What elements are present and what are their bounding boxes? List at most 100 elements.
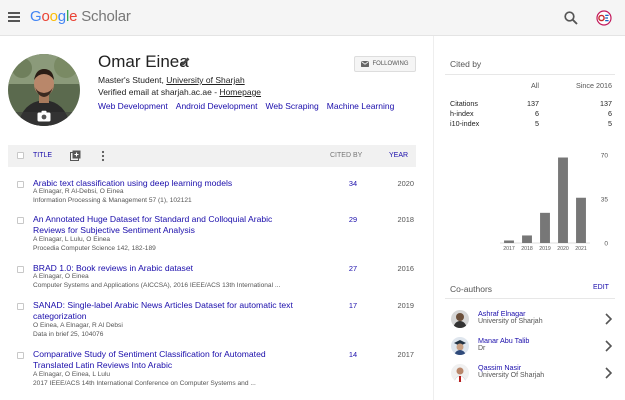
x-tick-label: 2017: [503, 246, 515, 252]
article-authors: O Einea, A Elnagar, R Al Debsi: [33, 322, 123, 329]
interest-link[interactable]: Machine Learning: [327, 101, 395, 111]
following-button[interactable]: FOLLOWING: [354, 56, 416, 72]
stats-row: h-index 6 6: [450, 109, 612, 118]
article-cited-count[interactable]: 34: [338, 179, 368, 188]
citation-bar-2020[interactable]: [558, 157, 568, 243]
articles-table-header: TITLE CITED BY YEAR: [8, 145, 416, 167]
add-article-icon[interactable]: [70, 150, 81, 161]
research-interests: Web Development Android Development Web …: [98, 101, 394, 111]
select-all-checkbox[interactable]: [17, 152, 24, 159]
article-checkbox[interactable]: [17, 181, 24, 188]
coauthors-title: Co-authors: [450, 284, 493, 294]
profile-name: Omar Einea: [98, 52, 189, 71]
stats-row: Citations 137 137: [450, 99, 612, 108]
article-row: BRAD 1.0: Book reviews in Arabic dataset…: [8, 263, 416, 293]
stats-label[interactable]: Citations: [450, 99, 478, 108]
coauthors-edit-button[interactable]: EDIT: [593, 284, 609, 291]
google-scholar-logo[interactable]: Google Scholar: [30, 8, 131, 25]
article-authors: A Elnagar, O Einea, L Lulu: [33, 371, 111, 378]
article-cited-count[interactable]: 17: [338, 301, 368, 310]
sort-by-year[interactable]: YEAR: [389, 152, 408, 159]
x-tick-label: 2019: [539, 246, 551, 252]
article-row: Comparative Study of Sentiment Classific…: [8, 349, 416, 389]
article-checkbox[interactable]: [17, 352, 24, 359]
y-tick-label: 70: [601, 153, 609, 160]
chevron-right-icon: [605, 313, 612, 325]
x-tick-label: 2018: [521, 246, 533, 252]
article-checkbox[interactable]: [17, 303, 24, 310]
article-authors: A Elnagar, R Al-Debsi, O Einea: [33, 188, 124, 195]
article-year: 2018: [397, 215, 414, 224]
article-cited-count[interactable]: 14: [338, 350, 368, 359]
citation-bar-2017[interactable]: [504, 240, 514, 243]
article-checkbox[interactable]: [17, 217, 24, 224]
sort-by-cited[interactable]: CITED BY: [330, 152, 362, 159]
x-tick-label: 2021: [575, 246, 587, 252]
article-row: Arabic text classification using deep le…: [8, 178, 416, 208]
stats-label[interactable]: i10-index: [450, 119, 479, 128]
coauthor-item[interactable]: Manar Abu Talib Dr: [448, 334, 616, 358]
top-bar: Google Scholar: [0, 0, 625, 36]
article-cited-count[interactable]: 27: [338, 264, 368, 273]
sort-by-title[interactable]: TITLE: [33, 152, 52, 159]
article-title[interactable]: SANAD: Single-label Arabic News Articles…: [33, 300, 303, 322]
article-year: 2020: [397, 179, 414, 188]
article-venue: Data in brief 25, 104076: [33, 331, 104, 338]
stats-col-since: Since 2016: [576, 81, 612, 90]
coauthor-avatar: [451, 364, 469, 382]
interest-link[interactable]: Web Scraping: [266, 101, 319, 111]
article-title[interactable]: An Annotated Huge Dataset for Standard a…: [33, 214, 303, 236]
coauthor-name: Ashraf Elnagar: [478, 309, 526, 318]
mail-icon: [361, 61, 370, 67]
edit-pencil-icon[interactable]: [180, 56, 191, 67]
coauthor-name: Manar Abu Talib: [478, 336, 530, 345]
divider: [445, 74, 615, 75]
coauthor-affiliation: University Of Sharjah: [478, 372, 545, 379]
chevron-right-icon: [605, 340, 612, 352]
homepage-link[interactable]: Homepage: [219, 87, 261, 97]
stats-row: i10-index 5 5: [450, 119, 612, 128]
article-year: 2017: [397, 350, 414, 359]
coauthor-avatar: [451, 337, 469, 355]
article-authors: A Elnagar, L Lulu, O Einea: [33, 236, 111, 243]
stats-header-row: All Since 2016: [450, 81, 612, 90]
menu-icon[interactable]: [8, 12, 20, 22]
article-title[interactable]: Comparative Study of Sentiment Classific…: [33, 349, 303, 371]
article-checkbox[interactable]: [17, 266, 24, 273]
stats-all: 137: [527, 99, 539, 108]
coauthor-item[interactable]: Ashraf Elnagar University of Sharjah: [448, 307, 616, 331]
citation-bar-2019[interactable]: [540, 212, 550, 243]
coauthor-avatar: [451, 310, 469, 328]
citations-per-year-chart: 0 35 70 2017 2018 2019 2020 2021: [500, 153, 609, 252]
stats-label[interactable]: h-index: [450, 109, 474, 118]
coauthor-name: Qassim Nasir: [478, 363, 522, 372]
article-cited-count[interactable]: 29: [338, 215, 368, 224]
affiliation-link[interactable]: University of Sharjah: [166, 75, 244, 85]
stats-all: 5: [535, 119, 539, 128]
camera-icon[interactable]: [37, 110, 51, 122]
article-row: An Annotated Huge Dataset for Standard a…: [8, 214, 416, 254]
coauthor-affiliation: Dr: [478, 345, 486, 352]
affiliation: Master's Student, University of Sharjah: [98, 75, 245, 85]
y-tick-label: 35: [601, 197, 609, 204]
verified-email: Verified email at sharjah.ac.ae - Homepa…: [98, 87, 262, 97]
coauthor-item[interactable]: Qassim Nasir University Of Sharjah: [448, 361, 616, 385]
citation-bar-2021[interactable]: [576, 197, 586, 243]
x-tick-label: 2020: [557, 246, 569, 252]
more-vert-icon[interactable]: [101, 150, 105, 162]
cited-by-title: Cited by: [450, 59, 482, 69]
article-venue: Computer Systems and Applications (AICCS…: [33, 282, 281, 289]
interest-link[interactable]: Android Development: [176, 101, 258, 111]
article-row: SANAD: Single-label Arabic News Articles…: [8, 300, 416, 340]
article-venue: 2017 IEEE/ACS 14th International Confere…: [33, 380, 256, 387]
stats-since: 5: [608, 119, 612, 128]
interest-link[interactable]: Web Development: [98, 101, 168, 111]
search-icon[interactable]: [563, 10, 579, 26]
account-icon[interactable]: [596, 10, 612, 26]
following-label: FOLLOWING: [372, 61, 409, 67]
divider: [445, 298, 615, 299]
citation-bar-2018[interactable]: [522, 235, 532, 243]
stats-since: 6: [608, 109, 612, 118]
stats-all: 6: [535, 109, 539, 118]
article-venue: Procedia Computer Science 142, 182-189: [33, 245, 156, 252]
